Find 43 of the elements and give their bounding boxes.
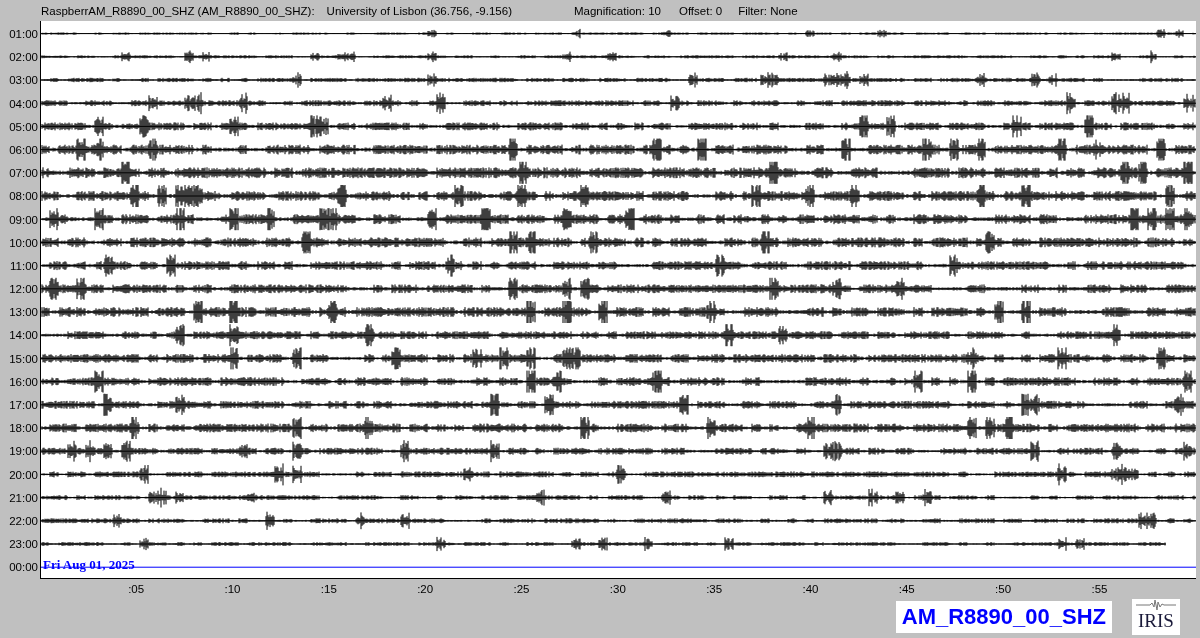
- offset-text: Offset: 0: [678, 4, 723, 17]
- axis-tick-label: :55: [1090, 582, 1109, 597]
- axis-tick-label: :35: [705, 582, 724, 597]
- hour-label: 04:00: [8, 96, 39, 112]
- hour-label: 18:00: [8, 421, 39, 437]
- axis-tick-label: :50: [994, 582, 1013, 597]
- hour-label: 10:00: [8, 235, 39, 251]
- hour-label: 07:00: [8, 166, 39, 182]
- axis-tick-label: :10: [223, 582, 242, 597]
- axis-tick-label: :45: [897, 582, 916, 597]
- hour-label: 06:00: [8, 142, 39, 158]
- hour-label: 02:00: [8, 50, 39, 66]
- hour-label: 21:00: [8, 490, 39, 506]
- axis-tick-label: :30: [608, 582, 627, 597]
- hour-label: 00:00: [8, 560, 39, 576]
- axis-tick-label: :40: [801, 582, 820, 597]
- hour-label: 11:00: [9, 258, 39, 274]
- hour-label: 12:00: [8, 282, 39, 298]
- hour-label: 01:00: [8, 27, 39, 42]
- location-text: University of Lisbon (36.756, -9.156): [326, 4, 512, 17]
- hour-label: 19:00: [8, 444, 39, 460]
- station-label: AM_R8890_00_SHZ: [895, 601, 1112, 633]
- hour-label: 17:00: [8, 398, 39, 413]
- magnification-text: Magnification: 10: [574, 4, 661, 17]
- axis-tick-label: :15: [319, 582, 338, 597]
- hour-label: 20:00: [8, 467, 39, 483]
- hour-label: 13:00: [8, 305, 39, 321]
- axis-tick-label: :20: [416, 582, 435, 597]
- axis-tick-label: :25: [512, 582, 531, 597]
- logo-text: IRIS: [1138, 611, 1174, 631]
- hour-label: 23:00: [8, 537, 39, 553]
- hour-label: 09:00: [8, 212, 39, 228]
- hour-label: 14:00: [8, 328, 39, 344]
- hour-label: 08:00: [8, 189, 39, 205]
- station-title: RaspberrAM_R8890_00_SHZ (AM_R8890_00_SHZ):: [41, 4, 315, 17]
- axis-tick-label: :05: [127, 582, 146, 597]
- filter-text: Filter: None: [738, 4, 798, 17]
- hour-label: 03:00: [8, 73, 39, 89]
- wave-icon: [1136, 599, 1176, 611]
- hour-label: 22:00: [8, 513, 39, 529]
- hour-label: 05:00: [8, 119, 39, 135]
- hour-label: 15:00: [8, 351, 39, 367]
- hour-label: 16:00: [8, 374, 39, 390]
